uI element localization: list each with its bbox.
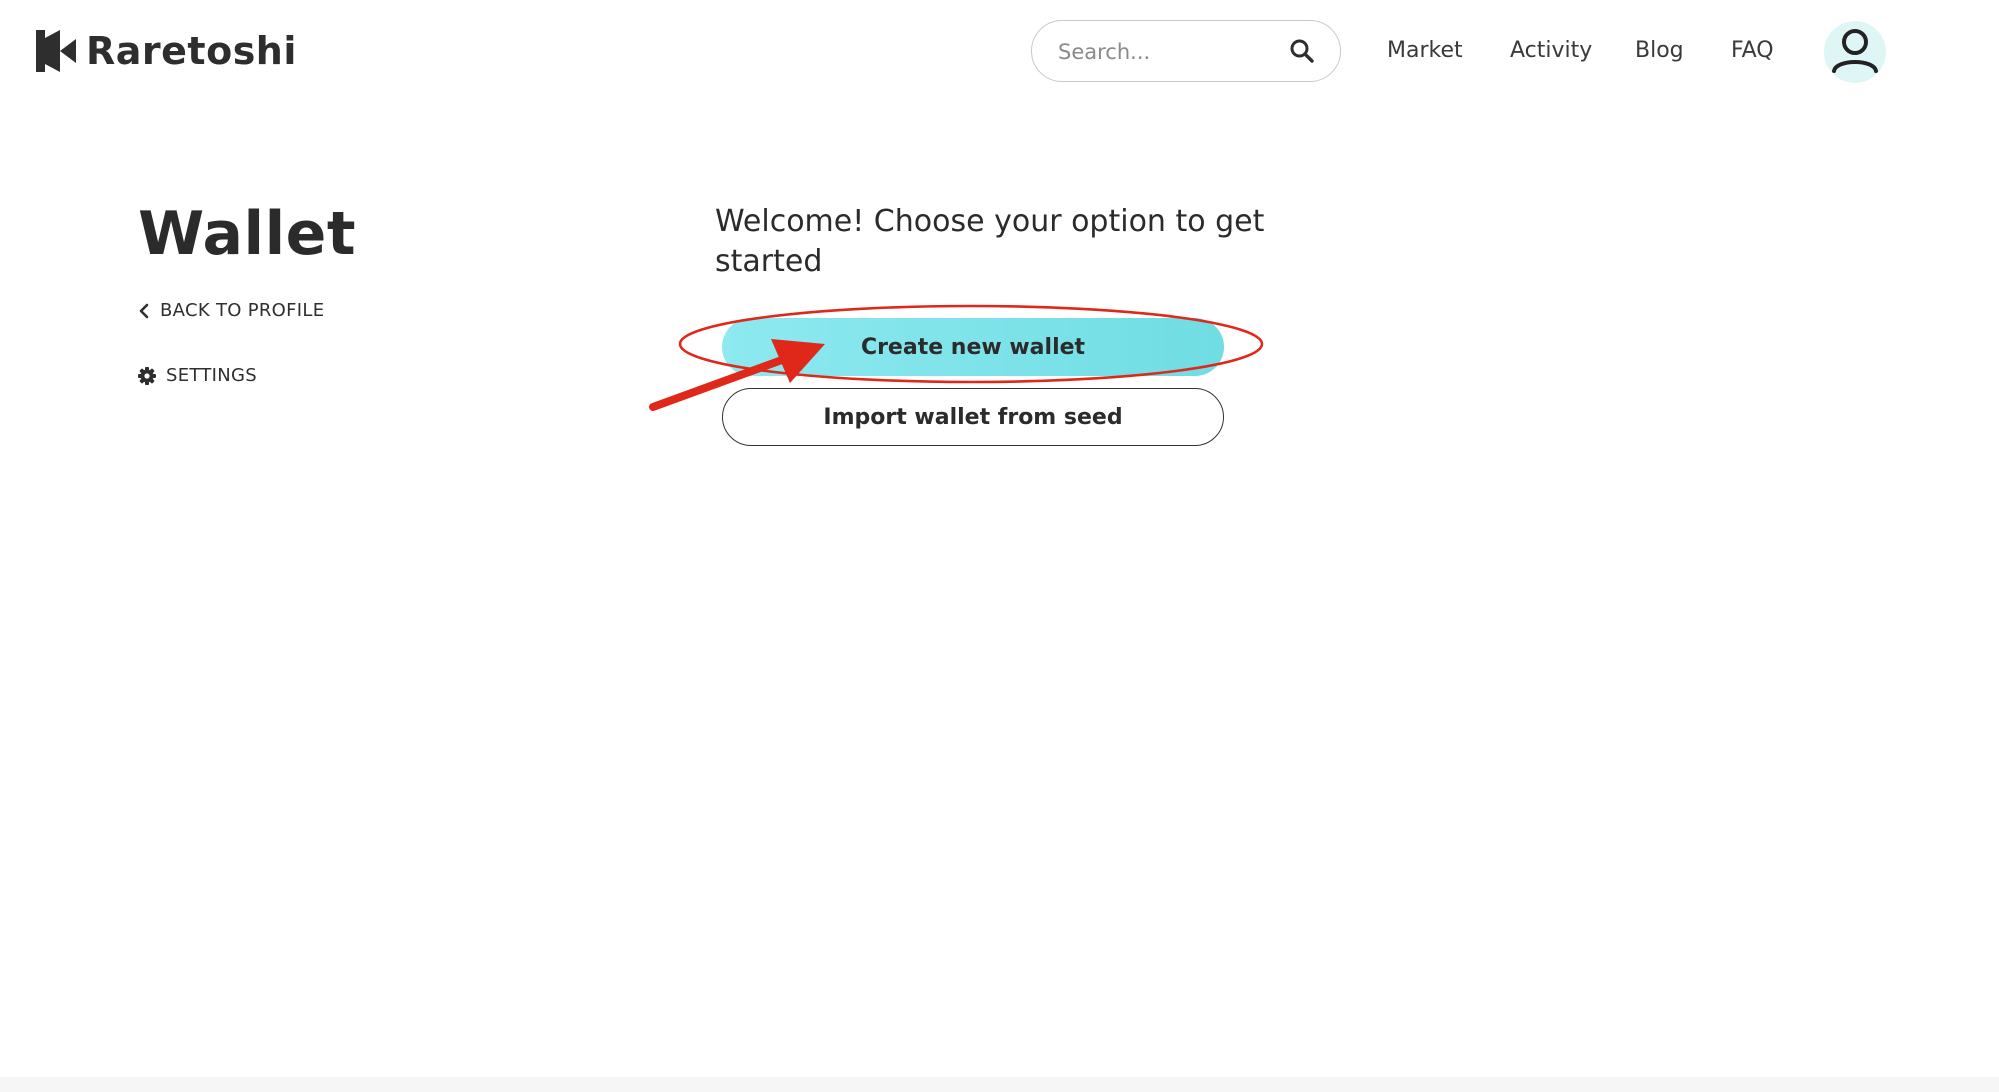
nav-blog[interactable]: Blog — [1635, 36, 1684, 66]
page-title: Wallet — [138, 199, 357, 269]
avatar[interactable] — [1824, 21, 1886, 83]
back-to-profile-link[interactable]: BACK TO PROFILE — [138, 300, 324, 321]
settings-link[interactable]: SETTINGS — [138, 365, 257, 386]
chevron-left-icon — [138, 303, 150, 319]
back-to-profile-label: BACK TO PROFILE — [160, 300, 325, 321]
search-icon[interactable] — [1288, 37, 1316, 65]
import-wallet-from-seed-button[interactable]: Import wallet from seed — [722, 388, 1224, 446]
search-input[interactable] — [1056, 31, 1280, 73]
page-footer-band — [0, 1077, 1999, 1092]
create-new-wallet-button[interactable]: Create new wallet — [722, 318, 1224, 376]
nav-faq[interactable]: FAQ — [1731, 36, 1774, 66]
nav-market[interactable]: Market — [1387, 36, 1463, 66]
nav-activity[interactable]: Activity — [1510, 36, 1592, 66]
gear-icon — [138, 366, 156, 385]
settings-label: SETTINGS — [166, 365, 258, 386]
brand-name: Raretoshi — [86, 29, 297, 73]
raretoshi-logo-icon — [36, 30, 76, 72]
search-box — [1031, 20, 1341, 82]
user-icon — [1824, 29, 1886, 83]
welcome-message: Welcome! Choose your option to get start… — [715, 204, 1265, 279]
brand-logo[interactable]: Raretoshi — [36, 24, 297, 78]
